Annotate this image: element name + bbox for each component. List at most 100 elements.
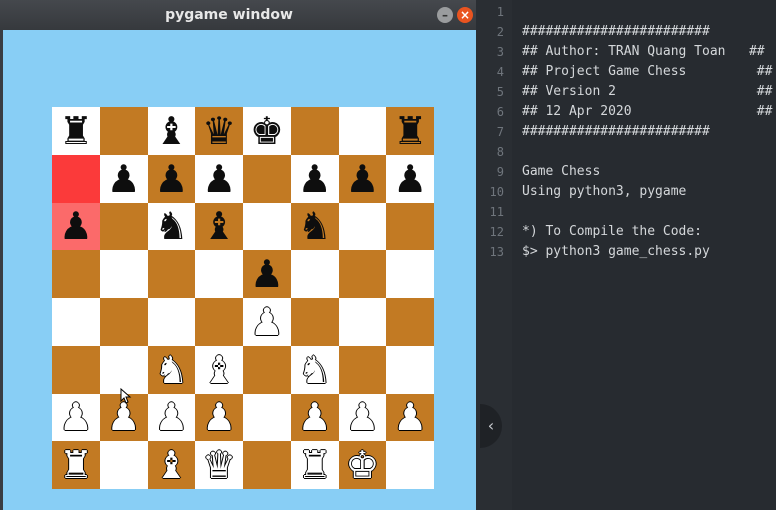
code-line[interactable]: Game Chess bbox=[522, 162, 600, 182]
board-square[interactable] bbox=[52, 345, 100, 394]
code-line[interactable]: ## Author: TRAN Quang Toan ## bbox=[522, 42, 765, 62]
white-pawn-icon[interactable]: ♟ bbox=[345, 398, 379, 436]
board-square[interactable]: ♝ bbox=[195, 202, 243, 251]
chess-board[interactable]: ♜ ♝ ♛ ♚ ♜ ♟ ♟ ♟ ♟ ♟ ♟ ♟ ♞ ♝ ♞ ♟ ♟ ♞ ♝ ♞ ♟ ♟ ♟ ♟ ♟ ♟ ♟ ♜ ♝ ♛ ♜ ♚ bbox=[52, 107, 434, 489]
board-square[interactable]: ♟ bbox=[338, 393, 387, 442]
black-pawn-icon[interactable]: ♟ bbox=[298, 160, 332, 198]
white-knight-icon[interactable]: ♞ bbox=[154, 351, 188, 389]
code-line[interactable]: Using python3, pygame bbox=[522, 182, 686, 202]
board-square[interactable] bbox=[243, 345, 291, 394]
board-square[interactable]: ♞ bbox=[147, 345, 196, 394]
board-square[interactable] bbox=[290, 250, 339, 298]
black-pawn-icon[interactable]: ♟ bbox=[154, 160, 188, 198]
black-rook-icon[interactable]: ♜ bbox=[393, 112, 427, 150]
board-square[interactable] bbox=[243, 154, 291, 203]
board-square[interactable]: ♜ bbox=[52, 441, 100, 489]
code-line[interactable]: ######################## bbox=[522, 122, 710, 142]
board-square[interactable] bbox=[386, 345, 434, 394]
board-square[interactable]: ♟ bbox=[52, 393, 100, 442]
white-king-icon[interactable]: ♚ bbox=[345, 446, 379, 484]
black-pawn-icon[interactable]: ♟ bbox=[59, 207, 93, 245]
board-square[interactable]: ♜ bbox=[52, 107, 100, 155]
board-square[interactable]: ♞ bbox=[290, 202, 339, 251]
black-bishop-icon[interactable]: ♝ bbox=[202, 207, 236, 245]
board-square[interactable] bbox=[386, 202, 434, 251]
board-square[interactable] bbox=[99, 345, 148, 394]
board-square[interactable]: ♟ bbox=[386, 393, 434, 442]
board-square[interactable]: ♟ bbox=[338, 154, 387, 203]
white-pawn-icon[interactable]: ♟ bbox=[59, 398, 93, 436]
board-square[interactable] bbox=[386, 298, 434, 346]
board-square[interactable]: ♟ bbox=[147, 154, 196, 203]
black-rook-icon[interactable]: ♜ bbox=[59, 112, 93, 150]
board-square[interactable] bbox=[52, 154, 100, 203]
board-square[interactable]: ♝ bbox=[147, 107, 196, 155]
board-square[interactable] bbox=[99, 107, 148, 155]
board-square[interactable] bbox=[386, 250, 434, 298]
minimize-icon[interactable]: – bbox=[437, 7, 453, 23]
board-square[interactable] bbox=[52, 250, 100, 298]
black-bishop-icon[interactable]: ♝ bbox=[154, 112, 188, 150]
board-square[interactable]: ♛ bbox=[195, 441, 243, 489]
board-square[interactable] bbox=[243, 393, 291, 442]
board-square[interactable] bbox=[195, 298, 243, 346]
white-bishop-icon[interactable]: ♝ bbox=[154, 446, 188, 484]
board-square[interactable] bbox=[338, 202, 387, 251]
black-queen-icon[interactable]: ♛ bbox=[202, 112, 236, 150]
board-square[interactable] bbox=[99, 250, 148, 298]
black-pawn-icon[interactable]: ♟ bbox=[393, 160, 427, 198]
board-square[interactable] bbox=[290, 107, 339, 155]
board-square[interactable]: ♜ bbox=[290, 441, 339, 489]
board-square[interactable] bbox=[99, 298, 148, 346]
board-square[interactable] bbox=[99, 202, 148, 251]
window-titlebar[interactable]: pygame window – × bbox=[0, 0, 478, 30]
white-rook-icon[interactable]: ♜ bbox=[298, 446, 332, 484]
white-pawn-icon[interactable]: ♟ bbox=[298, 398, 332, 436]
board-square[interactable]: ♜ bbox=[386, 107, 434, 155]
code-line[interactable]: ## Project Game Chess ## bbox=[522, 62, 772, 82]
code-line[interactable]: ## Version 2 ## bbox=[522, 82, 772, 102]
black-pawn-icon[interactable]: ♟ bbox=[345, 160, 379, 198]
white-pawn-icon[interactable]: ♟ bbox=[393, 398, 427, 436]
white-knight-icon[interactable]: ♞ bbox=[298, 351, 332, 389]
white-pawn-icon[interactable]: ♟ bbox=[107, 398, 141, 436]
board-square[interactable] bbox=[147, 250, 196, 298]
black-knight-icon[interactable]: ♞ bbox=[298, 207, 332, 245]
board-square[interactable]: ♟ bbox=[195, 393, 243, 442]
white-pawn-icon[interactable]: ♟ bbox=[202, 398, 236, 436]
board-square[interactable]: ♝ bbox=[147, 441, 196, 489]
board-square[interactable]: ♟ bbox=[243, 250, 291, 298]
board-square[interactable]: ♛ bbox=[195, 107, 243, 155]
board-square[interactable] bbox=[338, 298, 387, 346]
board-square[interactable] bbox=[195, 250, 243, 298]
board-square[interactable]: ♟ bbox=[243, 298, 291, 346]
board-square[interactable]: ♚ bbox=[338, 441, 387, 489]
white-rook-icon[interactable]: ♜ bbox=[59, 446, 93, 484]
white-bishop-icon[interactable]: ♝ bbox=[202, 351, 236, 389]
white-pawn-icon[interactable]: ♟ bbox=[250, 303, 284, 341]
board-square[interactable] bbox=[338, 250, 387, 298]
code-line[interactable]: *) To Compile the Code: bbox=[522, 222, 702, 242]
code-line[interactable]: ######################## bbox=[522, 22, 710, 42]
board-square[interactable]: ♞ bbox=[147, 202, 196, 251]
board-square[interactable]: ♝ bbox=[195, 345, 243, 394]
board-square[interactable] bbox=[338, 345, 387, 394]
white-queen-icon[interactable]: ♛ bbox=[202, 446, 236, 484]
board-square[interactable] bbox=[52, 298, 100, 346]
black-pawn-icon[interactable]: ♟ bbox=[202, 160, 236, 198]
board-square[interactable] bbox=[243, 441, 291, 489]
board-square[interactable]: ♟ bbox=[195, 154, 243, 203]
board-square[interactable]: ♟ bbox=[99, 154, 148, 203]
black-pawn-icon[interactable]: ♟ bbox=[107, 160, 141, 198]
close-icon[interactable]: × bbox=[457, 7, 473, 23]
board-square[interactable] bbox=[147, 298, 196, 346]
black-pawn-icon[interactable]: ♟ bbox=[250, 255, 284, 293]
white-pawn-icon[interactable]: ♟ bbox=[154, 398, 188, 436]
board-square[interactable]: ♚ bbox=[243, 107, 291, 155]
board-square[interactable] bbox=[290, 298, 339, 346]
board-square[interactable]: ♟ bbox=[386, 154, 434, 203]
board-square[interactable] bbox=[99, 441, 148, 489]
board-square[interactable]: ♟ bbox=[147, 393, 196, 442]
board-square[interactable] bbox=[338, 107, 387, 155]
game-canvas[interactable]: ♜ ♝ ♛ ♚ ♜ ♟ ♟ ♟ ♟ ♟ ♟ ♟ ♞ ♝ ♞ ♟ ♟ ♞ ♝ ♞ ♟ ♟ ♟ ♟ ♟ ♟ ♟ ♜ ♝ ♛ ♜ ♚ bbox=[3, 30, 477, 510]
